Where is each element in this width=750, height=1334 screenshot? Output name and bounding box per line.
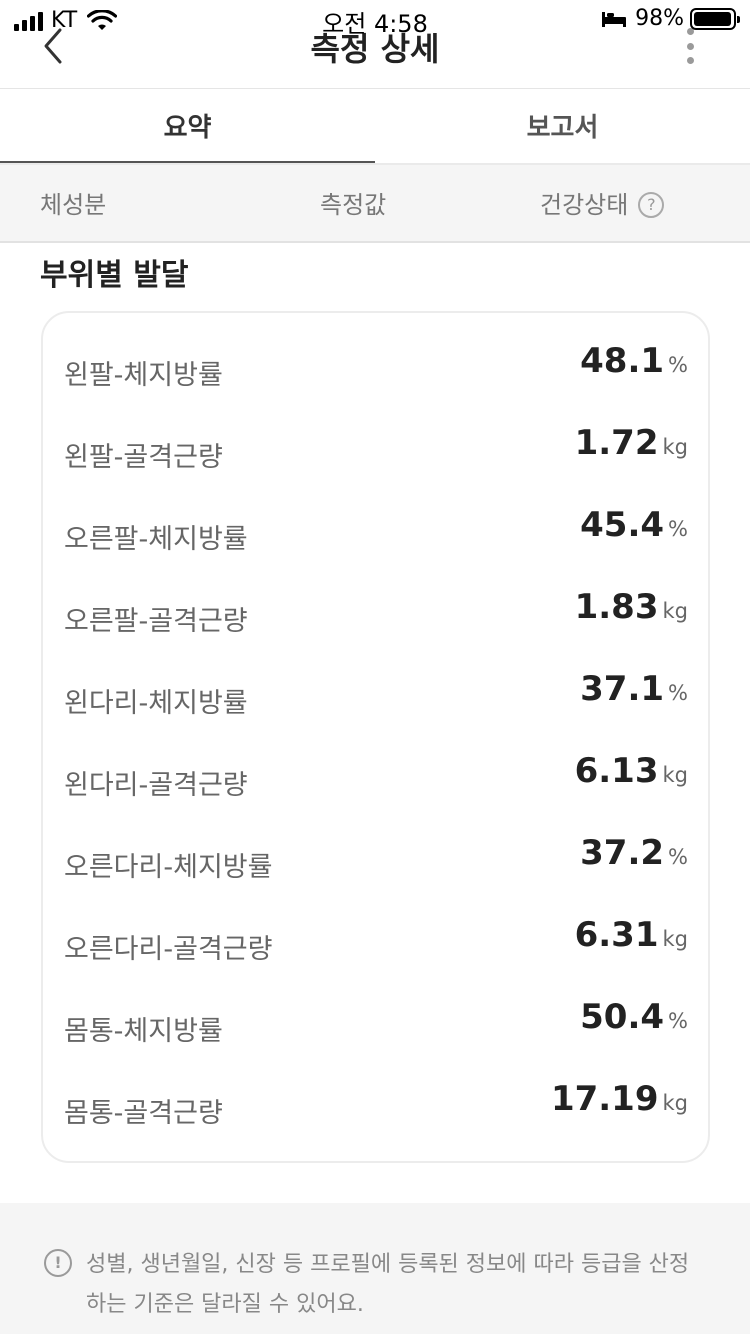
row-value: 6.31 kg bbox=[575, 915, 688, 955]
row-label: 몸통-체지방률 bbox=[64, 1016, 223, 1047]
row-label: 왼팔-체지방률 bbox=[64, 360, 223, 391]
tab-summary[interactable]: 요약 bbox=[0, 89, 375, 165]
list-item: 왼다리-골격근량 6.13 kg bbox=[43, 751, 708, 811]
value-unit: kg bbox=[662, 435, 689, 459]
list-item: 오른팔-체지방률 45.4 % bbox=[43, 505, 708, 565]
row-value: 45.4 % bbox=[580, 505, 688, 545]
subtab-health-status[interactable]: 건강상태 ? bbox=[540, 165, 665, 245]
footer-note: ! 성별, 생년월일, 신장 등 프로필에 등록된 정보에 따라 등급을 산정하… bbox=[0, 1203, 750, 1334]
list-item: 오른다리-체지방률 37.2 % bbox=[43, 833, 708, 893]
list-item: 몸통-골격근량 17.19 kg bbox=[43, 1079, 708, 1139]
value-number: 1.72 bbox=[574, 423, 659, 463]
row-label: 오른다리-체지방률 bbox=[64, 852, 273, 883]
row-value: 50.4 % bbox=[580, 997, 688, 1037]
value-number: 6.31 bbox=[574, 915, 659, 955]
subtab-bar: 체성분 측정값 건강상태 ? bbox=[0, 165, 750, 243]
value-unit: % bbox=[668, 845, 688, 869]
value-number: 45.4 bbox=[580, 505, 665, 545]
row-value: 48.1 % bbox=[580, 341, 688, 381]
section-title: 부위별 발달 bbox=[40, 258, 189, 293]
more-dot-icon bbox=[686, 42, 694, 50]
tab-bar: 요약 보고서 bbox=[0, 89, 750, 165]
screen: 측정 상세 KT 오전 4:58 98% 요약 보고서 체성분 측정값 건강상태… bbox=[0, 0, 750, 1334]
list-item: 오른다리-골격근량 6.31 kg bbox=[43, 915, 708, 975]
value-unit: % bbox=[668, 517, 688, 541]
row-value: 1.83 kg bbox=[575, 587, 688, 627]
battery-icon bbox=[690, 7, 740, 30]
row-value: 37.2 % bbox=[580, 833, 688, 873]
value-number: 50.4 bbox=[580, 997, 665, 1037]
value-unit: % bbox=[668, 681, 688, 705]
value-number: 37.1 bbox=[580, 669, 665, 709]
value-unit: kg bbox=[662, 599, 689, 623]
row-label: 오른팔-체지방률 bbox=[64, 524, 248, 555]
list-item: 왼팔-체지방률 48.1 % bbox=[43, 341, 708, 401]
row-value: 37.1 % bbox=[580, 669, 688, 709]
row-value: 1.72 kg bbox=[575, 423, 688, 463]
list-item: 오른팔-골격근량 1.83 kg bbox=[43, 587, 708, 647]
info-icon: ! bbox=[44, 1249, 72, 1277]
status-right: 98% bbox=[601, 6, 740, 31]
row-value: 6.13 kg bbox=[575, 751, 688, 791]
battery-percent: 98% bbox=[635, 6, 684, 31]
value-number: 1.83 bbox=[574, 587, 659, 627]
value-number: 48.1 bbox=[580, 341, 665, 381]
row-value: 17.19 kg bbox=[551, 1079, 688, 1119]
list-item: 몸통-체지방률 50.4 % bbox=[43, 997, 708, 1057]
bed-icon bbox=[602, 11, 627, 27]
row-label: 왼팔-골격근량 bbox=[64, 442, 223, 473]
row-label: 왼다리-체지방률 bbox=[64, 688, 248, 719]
value-number: 37.2 bbox=[580, 833, 665, 873]
measurement-card: 왼팔-체지방률 48.1 % 왼팔-골격근량 1.72 kg 오른팔-체지방률 … bbox=[41, 311, 710, 1163]
subtab-health-status-label: 건강상태 bbox=[540, 191, 629, 219]
row-label: 오른팔-골격근량 bbox=[64, 606, 248, 637]
value-unit: kg bbox=[662, 927, 689, 951]
footer-note-text: 성별, 생년월일, 신장 등 프로필에 등록된 정보에 따라 등급을 산정하는 … bbox=[86, 1252, 690, 1317]
value-unit: % bbox=[668, 353, 688, 377]
value-unit: kg bbox=[662, 1091, 689, 1115]
help-icon[interactable]: ? bbox=[638, 192, 665, 218]
value-number: 17.19 bbox=[550, 1079, 659, 1119]
row-label: 오른다리-골격근량 bbox=[64, 934, 273, 965]
more-dot-icon bbox=[686, 57, 694, 64]
subtab-measurements[interactable]: 측정값 bbox=[320, 165, 386, 245]
row-label: 몸통-골격근량 bbox=[64, 1098, 223, 1129]
value-unit: % bbox=[668, 1009, 688, 1033]
list-item: 왼다리-체지방률 37.1 % bbox=[43, 669, 708, 729]
status-bar: KT 오전 4:58 98% bbox=[0, 0, 750, 40]
value-number: 6.13 bbox=[574, 751, 659, 791]
row-label: 왼다리-골격근량 bbox=[64, 770, 248, 801]
value-unit: kg bbox=[662, 763, 689, 787]
list-item: 왼팔-골격근량 1.72 kg bbox=[43, 423, 708, 483]
subtab-body-composition[interactable]: 체성분 bbox=[40, 165, 106, 245]
tab-report[interactable]: 보고서 bbox=[375, 89, 750, 165]
